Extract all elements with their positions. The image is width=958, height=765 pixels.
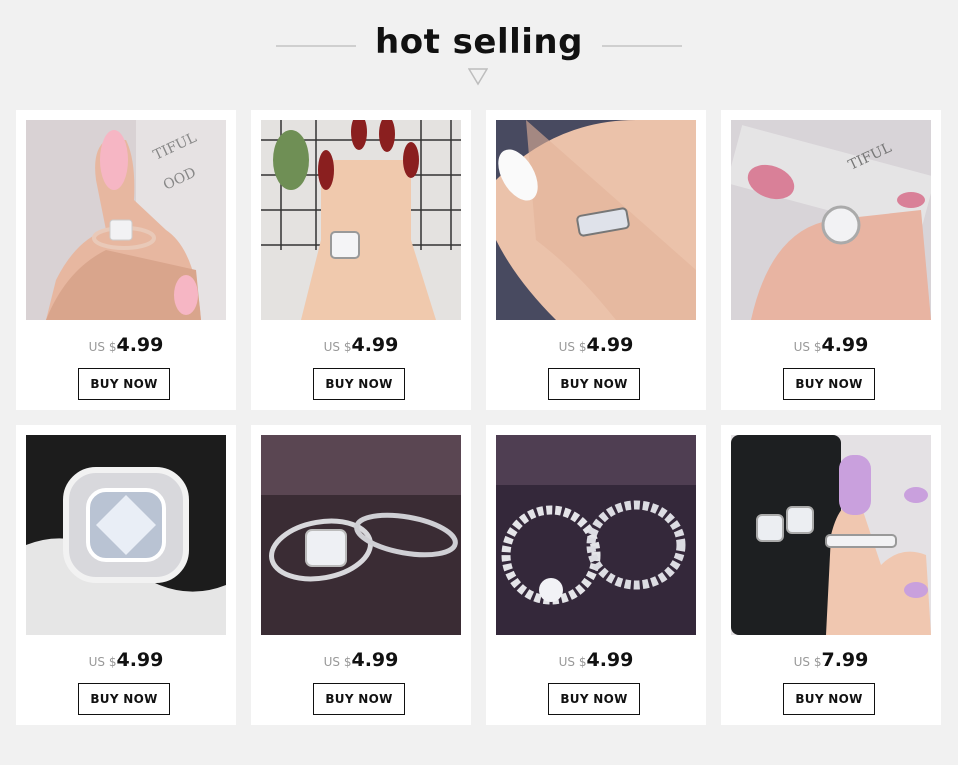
product-card[interactable]: US $4.99 BUY NOW (486, 110, 706, 410)
price: US $4.99 (251, 334, 471, 356)
price: US $4.99 (486, 334, 706, 356)
product-card[interactable]: TIFUL US $4.99 BUY NOW (721, 110, 941, 410)
currency-label: US $ (558, 340, 587, 354)
price-amount: 7.99 (821, 649, 869, 671)
product-image[interactable] (731, 435, 931, 635)
product-image[interactable] (26, 435, 226, 635)
price: US $4.99 (721, 334, 941, 356)
currency-label: US $ (323, 340, 352, 354)
product-image[interactable] (261, 435, 461, 635)
buy-now-button[interactable]: BUY NOW (548, 368, 640, 400)
price: US $4.99 (251, 649, 471, 671)
price: US $4.99 (16, 649, 236, 671)
product-card[interactable]: US $7.99 BUY NOW (721, 425, 941, 725)
price: US $4.99 (486, 649, 706, 671)
product-image[interactable]: TIFUL (731, 120, 931, 320)
product-image[interactable] (261, 120, 461, 320)
buy-now-button[interactable]: BUY NOW (548, 683, 640, 715)
currency-label: US $ (323, 655, 352, 669)
product-image[interactable] (496, 435, 696, 635)
price-amount: 4.99 (116, 334, 164, 356)
product-card[interactable]: US $4.99 BUY NOW (251, 425, 471, 725)
currency-label: US $ (88, 340, 117, 354)
currency-label: US $ (88, 655, 117, 669)
buy-now-button[interactable]: BUY NOW (313, 368, 405, 400)
currency-label: US $ (793, 655, 822, 669)
product-image[interactable] (496, 120, 696, 320)
buy-now-button[interactable]: BUY NOW (783, 368, 875, 400)
product-image[interactable]: TIFUL OOD (26, 120, 226, 320)
product-card[interactable]: US $4.99 BUY NOW (16, 425, 236, 725)
product-grid: TIFUL OOD US $4.99 BUY NOW US $4.99 BUY … (0, 0, 958, 765)
price-amount: 4.99 (351, 649, 399, 671)
product-card[interactable]: TIFUL OOD US $4.99 BUY NOW (16, 110, 236, 410)
buy-now-button[interactable]: BUY NOW (78, 683, 170, 715)
buy-now-button[interactable]: BUY NOW (783, 683, 875, 715)
price-amount: 4.99 (116, 649, 164, 671)
product-card[interactable]: US $4.99 BUY NOW (486, 425, 706, 725)
currency-label: US $ (793, 340, 822, 354)
currency-label: US $ (558, 655, 587, 669)
buy-now-button[interactable]: BUY NOW (78, 368, 170, 400)
price-amount: 4.99 (821, 334, 869, 356)
product-card[interactable]: US $4.99 BUY NOW (251, 110, 471, 410)
price-amount: 4.99 (351, 334, 399, 356)
price: US $7.99 (721, 649, 941, 671)
price: US $4.99 (16, 334, 236, 356)
price-amount: 4.99 (586, 334, 634, 356)
price-amount: 4.99 (586, 649, 634, 671)
buy-now-button[interactable]: BUY NOW (313, 683, 405, 715)
